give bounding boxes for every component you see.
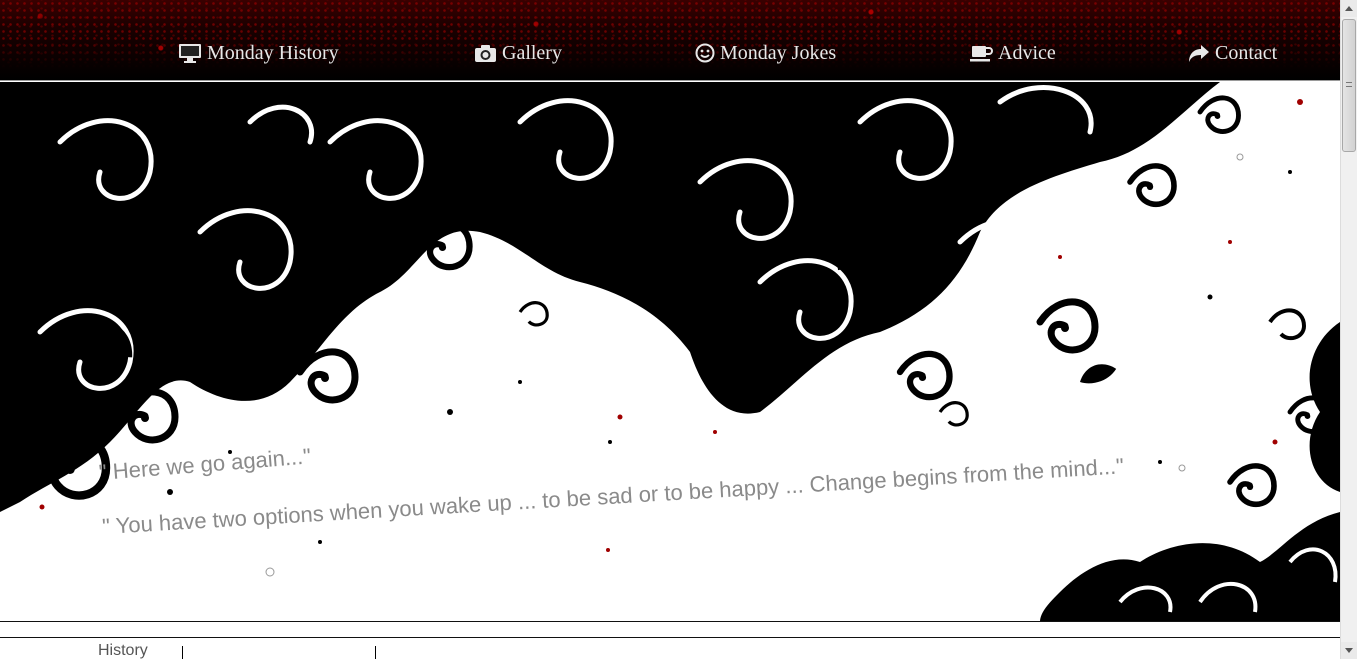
scrollbar-thumb[interactable]: [1342, 19, 1356, 152]
nav-item-contact[interactable]: Contact: [1188, 40, 1277, 66]
scrollbar-grip-icon: [1346, 82, 1352, 87]
smiley-icon: [695, 43, 715, 63]
tab-separator: [375, 646, 376, 659]
scroll-down-arrow-icon[interactable]: [1341, 642, 1357, 659]
section-divider-bottom: [0, 637, 1340, 638]
share-arrow-icon: [1188, 43, 1210, 63]
nav-item-label: Advice: [998, 41, 1056, 64]
floral-swirl-decoration: [0, 82, 1340, 622]
hero-banner: " Here we go again..." " You have two op…: [0, 82, 1340, 622]
section-divider-top: [0, 621, 1340, 622]
nav-item-label: Monday History: [207, 41, 339, 64]
tab-separator: [182, 646, 183, 659]
nav-item-label: Monday Jokes: [720, 41, 837, 64]
tab-history[interactable]: History: [98, 642, 148, 660]
top-navigation-bar: Monday History Gallery Monday Jokes Advi…: [0, 0, 1340, 81]
nav-item-monday-jokes[interactable]: Monday Jokes: [695, 40, 836, 66]
nav-item-monday-history[interactable]: Monday History: [178, 40, 339, 66]
camera-icon: [474, 44, 497, 63]
nav-item-label: Gallery: [502, 41, 562, 64]
nav-item-advice[interactable]: Advice: [970, 40, 1056, 66]
scroll-up-arrow-icon[interactable]: [1341, 0, 1357, 17]
monitor-icon: [178, 43, 202, 63]
vertical-scrollbar[interactable]: [1340, 0, 1357, 659]
nav-item-label: Contact: [1215, 41, 1278, 64]
nav-item-gallery[interactable]: Gallery: [474, 40, 562, 66]
coffee-cup-icon: [970, 43, 993, 63]
